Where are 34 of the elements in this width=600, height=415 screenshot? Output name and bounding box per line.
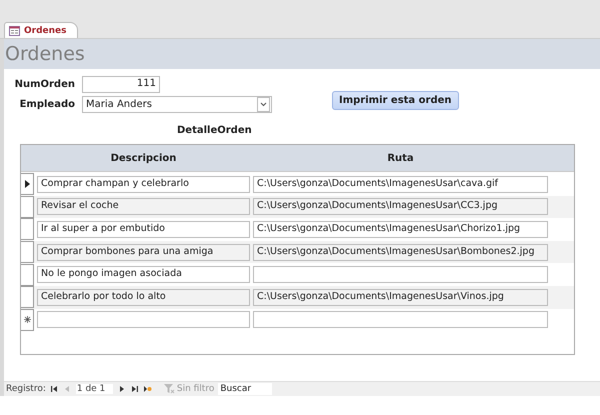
form-tab[interactable]: Ordenes	[4, 22, 78, 38]
search-field[interactable]: Buscar	[218, 383, 272, 395]
form-title: Ordenes	[4, 43, 85, 65]
form-icon	[9, 26, 20, 36]
table-cell: C:\Users\gonza\Documents\ImagenesUsar\CC3.jpg	[253, 198, 548, 216]
table-cell: Ir al super a por embutido	[37, 220, 250, 238]
table-cell: Comprar champan y celebrarlo	[37, 176, 250, 193]
column-header: Ruta	[386, 152, 415, 164]
column-header: Descripcion	[110, 152, 178, 164]
field-label: NumOrden	[14, 79, 75, 90]
record-position-field[interactable]: 1 de 1	[76, 384, 113, 394]
first-record-icon[interactable]	[50, 385, 59, 393]
new-record-icon[interactable]	[142, 385, 152, 393]
table-cell: Revisar el coche	[37, 198, 250, 216]
record-selector[interactable]	[21, 308, 34, 331]
input-field[interactable]: 111	[82, 76, 160, 93]
table-cell: Comprar bombones para una amiga	[37, 244, 250, 261]
subform-title: DetalleOrden	[177, 125, 252, 136]
current-record-icon	[24, 180, 30, 188]
last-record-icon[interactable]	[130, 385, 139, 393]
caret-icon[interactable]	[257, 97, 270, 112]
filter-icon	[164, 384, 175, 394]
table-cell: C:\Users\gonza\Documents\ImagenesUsar\cava.gif	[253, 176, 548, 193]
new-record-icon	[24, 316, 30, 324]
field-label: Empleado	[18, 99, 75, 110]
record-selector[interactable]	[21, 173, 34, 196]
table-cell: Celebrarlo por todo lo alto	[37, 288, 250, 306]
table-cell: C:\Users\gonza\Documents\ImagenesUsar\Vinos.jpg	[253, 288, 548, 306]
dropdown-field[interactable]: Maria Anders	[82, 96, 272, 113]
print-button[interactable]: Imprimir esta orden	[332, 90, 459, 110]
table-cell: C:\Users\gonza\Documents\ImagenesUsar\Bombones2.jpg	[253, 244, 548, 261]
table-cell: C:\Users\gonza\Documents\ImagenesUsar\Chorizo1.jpg	[253, 220, 548, 238]
record-label: Registro:	[6, 384, 46, 394]
table-cell: No le pongo imagen asociada	[37, 266, 250, 284]
